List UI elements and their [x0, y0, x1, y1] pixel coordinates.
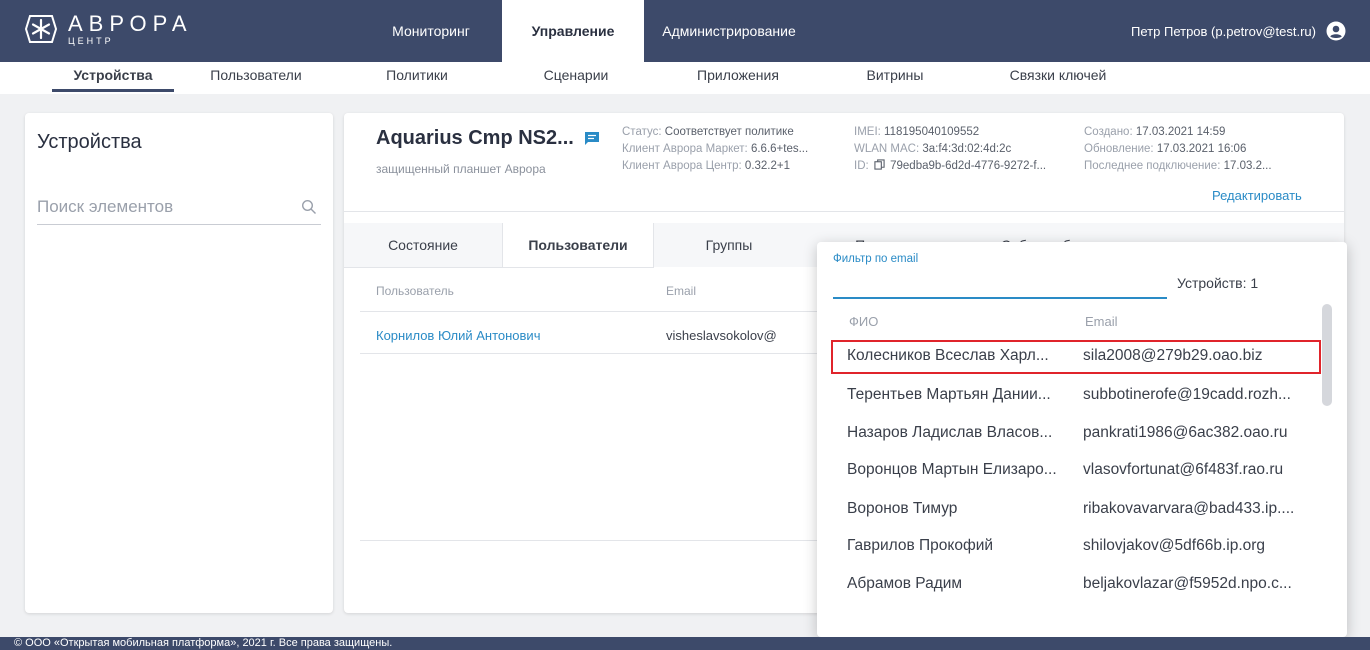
- col-email-header: Email: [1085, 314, 1118, 329]
- device-status: Статус: Соответствует политике: [622, 126, 794, 138]
- comment-icon[interactable]: [584, 131, 600, 147]
- list-item[interactable]: Назаров Ладислав Власов... pankrati1986@…: [831, 417, 1321, 451]
- tab-users[interactable]: Пользователи: [502, 223, 654, 267]
- panel-title: Устройства: [37, 131, 142, 153]
- subnav-devices[interactable]: Устройства: [52, 62, 174, 94]
- list-item-fio: Колесников Всеслав Харл...: [847, 347, 1049, 364]
- list-item-email: beljakovlazar@f5952d.npo.c...: [1083, 575, 1292, 592]
- top-bar: АВРОРА ЦЕНТР Мониторинг Управление Админ…: [0, 0, 1370, 62]
- list-item-fio: Терентьев Мартьян Дании...: [847, 386, 1051, 403]
- logo[interactable]: АВРОРА ЦЕНТР: [24, 12, 193, 46]
- list-item-email: subbotinerofe@19cadd.rozh...: [1083, 386, 1291, 403]
- tabs-divider-left: [344, 267, 654, 268]
- device-created: Создано: 17.03.2021 14:59: [1084, 126, 1226, 138]
- email-filter-input[interactable]: [833, 297, 1167, 299]
- list-item-email: sila2008@279b29.oao.biz: [1083, 347, 1263, 364]
- col-email-header: Email: [666, 284, 697, 298]
- tab-state[interactable]: Состояние: [344, 223, 502, 267]
- user-select-popover: Фильтр по email Устройств: 1 ФИО Email К…: [817, 242, 1347, 637]
- list-item-email: pankrati1986@6ac382.oao.ru: [1083, 424, 1288, 441]
- list-item-fio: Гаврилов Прокофий: [847, 537, 994, 554]
- list-item-email: ribakovavarvara@bad433.ip....: [1083, 500, 1295, 517]
- col-user-header: Пользователь: [376, 284, 454, 298]
- header-divider: [344, 211, 1344, 212]
- list-item-fio: Назаров Ладислав Власов...: [847, 424, 1053, 441]
- search-placeholder: Поиск элементов: [37, 197, 174, 216]
- device-center-client: Клиент Аврора Центр: 0.32.2+1: [622, 160, 791, 172]
- nav-management[interactable]: Управление: [502, 0, 644, 62]
- list-item-fio: Абрамов Радим: [847, 575, 963, 592]
- logo-title: АВРОРА: [68, 10, 193, 36]
- edit-link[interactable]: Редактировать: [1212, 188, 1302, 203]
- aurora-logo-icon: [24, 15, 58, 43]
- list-item[interactable]: Гаврилов Прокофий shilovjakov@5df66b.ip.…: [831, 530, 1321, 564]
- device-updated: Обновление: 17.03.2021 16:06: [1084, 143, 1247, 155]
- device-subtitle: защищенный планшет Аврора: [376, 162, 546, 176]
- list-item-email: vlasovfortunat@6f483f.rao.ru: [1083, 461, 1284, 478]
- devices-count: Устройств: 1: [1177, 275, 1259, 291]
- devices-list-panel: Устройства Поиск элементов: [25, 113, 333, 613]
- device-name-text: Aquarius Cmp NS2...: [376, 127, 574, 149]
- footer: © ООО «Открытая мобильная платформа», 20…: [0, 637, 1370, 650]
- list-item[interactable]: Абрамов Радим beljakovlazar@f5952d.npo.c…: [831, 568, 1321, 602]
- device-name: Aquarius Cmp NS2...: [376, 127, 600, 150]
- device-wlan: WLAN MAC: 3a:f4:3d:02:4d:2c: [854, 143, 1012, 155]
- logo-subtitle: ЦЕНТР: [68, 35, 114, 46]
- user-account-icon: [1326, 21, 1346, 41]
- subnav-users[interactable]: Пользователи: [198, 62, 314, 94]
- user-menu[interactable]: Петр Петров (p.petrov@test.ru): [1131, 0, 1346, 62]
- list-item[interactable]: Колесников Всеслав Харл... sila2008@279b…: [831, 340, 1321, 374]
- nav-administration[interactable]: Администрирование: [644, 0, 814, 62]
- search-icon[interactable]: [301, 199, 317, 215]
- list-item[interactable]: Терентьев Мартьян Дании... subbotinerofe…: [831, 379, 1321, 413]
- subnav-keychains[interactable]: Связки ключей: [998, 62, 1118, 94]
- device-last-connection: Последнее подключение: 17.03.2...: [1084, 160, 1272, 172]
- table-bottom-divider: [360, 540, 830, 541]
- subnav-showcases[interactable]: Витрины: [860, 62, 930, 94]
- user-label: Петр Петров (p.petrov@test.ru): [1131, 23, 1316, 39]
- footer-copyright: © ООО «Открытая мобильная платформа», 20…: [14, 637, 393, 649]
- table-header-divider: [360, 311, 830, 312]
- email-filter-label: Фильтр по email: [833, 253, 919, 265]
- subnav-policies[interactable]: Политики: [376, 62, 458, 94]
- tab-groups[interactable]: Группы: [654, 223, 804, 267]
- list-item[interactable]: Воронцов Мартын Елизаро... vlasovfortuna…: [831, 454, 1321, 488]
- user-email: visheslavsokolov@: [666, 328, 777, 343]
- list-item-email: shilovjakov@5df66b.ip.org: [1083, 537, 1266, 554]
- subnav-scenarios[interactable]: Сценарии: [536, 62, 616, 94]
- col-fio-header: ФИО: [849, 314, 879, 329]
- main-nav: Мониторинг Управление Администрирование: [360, 0, 814, 62]
- list-item[interactable]: Воронов Тимур ribakovavarvara@bad433.ip.…: [831, 493, 1321, 527]
- device-imei: IMEI: 118195040109552: [854, 126, 980, 138]
- nav-monitoring[interactable]: Мониторинг: [360, 0, 502, 62]
- subnav-applications[interactable]: Приложения: [690, 62, 786, 94]
- list-item-fio: Воронцов Мартын Елизаро...: [847, 461, 1057, 478]
- device-id: ID: 79edba9b-6d2d-4776-9272-f...: [854, 159, 1047, 172]
- copy-icon[interactable]: [874, 159, 885, 170]
- sub-nav: Устройства Пользователи Политики Сценари…: [0, 62, 1370, 94]
- scrollbar-thumb[interactable]: [1322, 304, 1332, 406]
- table-row-divider: [360, 353, 830, 354]
- device-market-client: Клиент Аврора Маркет: 6.6.6+tes...: [622, 143, 809, 155]
- user-name-link[interactable]: Корнилов Юлий Антонович: [376, 328, 540, 343]
- list-item-fio: Воронов Тимур: [847, 500, 958, 517]
- search-input[interactable]: Поиск элементов: [37, 197, 321, 225]
